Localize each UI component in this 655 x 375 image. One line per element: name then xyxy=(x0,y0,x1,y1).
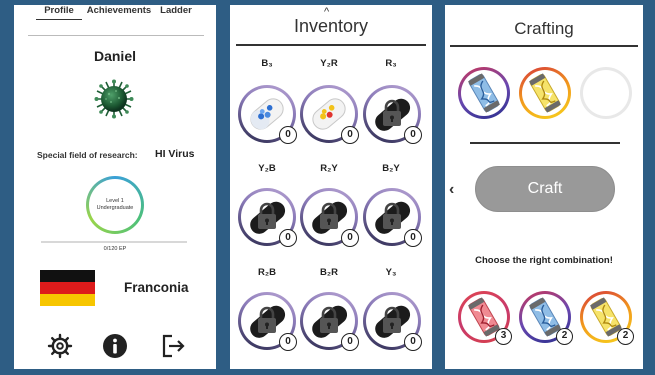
region-name: Franconia xyxy=(124,280,189,295)
slots-divider xyxy=(470,142,620,144)
resource-yellow[interactable]: 2 xyxy=(580,291,634,345)
inventory-slot[interactable]: 0 xyxy=(363,188,422,247)
item-label: R₂B xyxy=(258,267,276,278)
resource-count-badge: 2 xyxy=(617,328,634,345)
level-rank: Undergraduate xyxy=(96,205,134,211)
item-count-badge: 0 xyxy=(404,333,422,351)
inventory-slot[interactable]: 0 xyxy=(238,292,297,351)
item-count-badge: 0 xyxy=(404,126,422,144)
item-count-badge: 0 xyxy=(404,229,422,247)
inventory-slot[interactable]: 0 xyxy=(300,85,359,144)
title-divider xyxy=(236,44,426,46)
item-label: R₃ xyxy=(385,58,397,69)
item-label: B₂R xyxy=(320,267,338,278)
item-label: Y₂R xyxy=(320,58,338,69)
item-count-badge: 0 xyxy=(279,126,297,144)
item-count-badge: 0 xyxy=(341,333,359,351)
resource-count-badge: 3 xyxy=(495,328,512,345)
item-label: Y₂B xyxy=(258,163,276,174)
craft-button[interactable]: Craft xyxy=(475,166,615,212)
gear-icon[interactable] xyxy=(47,333,73,359)
inventory-slot[interactable]: 0 xyxy=(238,85,297,144)
tab-achievements[interactable]: Achievements xyxy=(86,5,152,16)
research-field-value: HI Virus xyxy=(155,148,195,160)
crafting-panel: Crafting ‹ Craft Choose the right combin… xyxy=(445,5,643,369)
yellow-dna-capsule-icon xyxy=(529,73,561,113)
item-label: B₂Y xyxy=(382,163,400,174)
level-badge: Level 1 Undergraduate xyxy=(86,176,144,234)
tab-profile[interactable]: Profile xyxy=(36,5,82,20)
inventory-slot[interactable]: 0 xyxy=(300,188,359,247)
inventory-panel: ^ Inventory B₃ Y₂R R₃ 0 0 0 Y₂B R₂Y B₂Y … xyxy=(230,5,432,369)
inventory-slot[interactable]: 0 xyxy=(363,85,422,144)
item-label: R₂Y xyxy=(320,163,338,174)
blue-dna-capsule-icon xyxy=(468,73,500,113)
inventory-title: Inventory xyxy=(293,16,369,36)
ep-progress-bar xyxy=(41,241,187,243)
inventory-slot[interactable]: 0 xyxy=(300,292,359,351)
logout-icon[interactable] xyxy=(160,333,186,359)
item-label: Y₃ xyxy=(385,267,397,278)
craft-slot-3-empty[interactable] xyxy=(580,67,632,119)
previous-page-arrow-icon[interactable]: ‹ xyxy=(449,181,454,199)
ep-text: 0/120 EP xyxy=(103,246,127,252)
inventory-slot[interactable]: 0 xyxy=(238,188,297,247)
resource-blue[interactable]: 2 xyxy=(519,291,573,345)
item-count-badge: 0 xyxy=(279,229,297,247)
username: Daniel xyxy=(93,48,136,64)
resource-count-badge: 2 xyxy=(556,328,573,345)
title-divider xyxy=(450,45,638,47)
item-label: B₃ xyxy=(261,58,273,69)
combination-prompt: Choose the right combination! xyxy=(475,255,613,266)
germany-flag-icon xyxy=(40,270,95,306)
resource-red[interactable]: 3 xyxy=(458,291,512,345)
virus-avatar-icon xyxy=(94,79,134,119)
craft-slot-2[interactable] xyxy=(519,67,571,119)
profile-panel: Profile Achievements Ladder Daniel Speci… xyxy=(14,5,216,369)
info-icon[interactable] xyxy=(102,333,128,359)
item-count-badge: 0 xyxy=(279,333,297,351)
level-number: Level 1 xyxy=(106,198,124,204)
craft-slot-1[interactable] xyxy=(458,67,510,119)
inventory-slot[interactable]: 0 xyxy=(363,292,422,351)
item-count-badge: 0 xyxy=(341,229,359,247)
tab-divider xyxy=(28,35,204,36)
item-count-badge: 0 xyxy=(341,126,359,144)
tab-ladder[interactable]: Ladder xyxy=(156,5,196,16)
crafting-title: Crafting xyxy=(514,19,574,38)
research-field-label: Special field of research: xyxy=(37,150,138,160)
